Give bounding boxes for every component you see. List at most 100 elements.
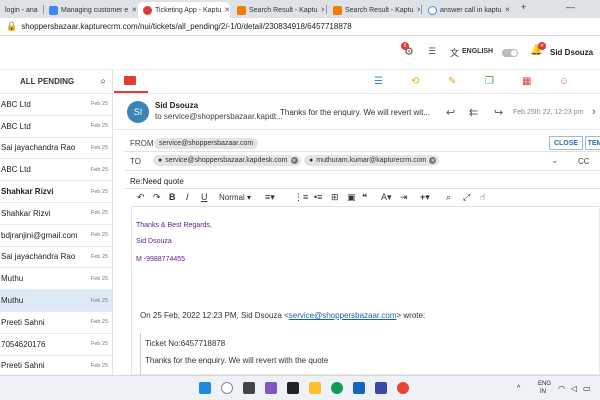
volume-icon[interactable]: ◁ [571, 384, 577, 393]
list-item[interactable]: Preeti Sahni Feb 25 [0, 312, 112, 334]
format-select[interactable]: Normal ▾ [219, 193, 251, 202]
cursor-icon[interactable]: ☝ [480, 192, 485, 203]
close-icon[interactable]: ✕ [131, 6, 136, 14]
sliders-icon[interactable]: ☰ [428, 46, 436, 57]
edge-icon[interactable] [331, 382, 343, 394]
insert-icon[interactable]: +▾ [420, 192, 430, 203]
minimize-icon[interactable]: — [566, 2, 575, 12]
list-item[interactable]: 7054620176 Feb 25 [0, 334, 112, 356]
search-icon[interactable] [221, 382, 233, 394]
language-label[interactable]: ENGLISH [462, 48, 493, 55]
chevron-up-icon[interactable]: ^ [517, 385, 520, 392]
chat-icon[interactable] [265, 382, 277, 394]
list-item[interactable]: ABC Ltd Feb 25 [0, 159, 112, 182]
list-icon[interactable]: ☰ [374, 76, 383, 87]
italic-icon[interactable]: I [186, 192, 189, 202]
remove-icon[interactable]: ✕ [290, 157, 298, 164]
translate-icon[interactable]: 文 [450, 46, 459, 59]
chevron-right-icon[interactable]: › [592, 106, 596, 118]
list-item-date: Feb 25 [90, 123, 108, 130]
image-icon[interactable]: ▣ [347, 192, 356, 203]
template-button[interactable]: TEM [585, 136, 600, 150]
list-item[interactable]: Shahkar Rizvi Feb 25 [0, 181, 112, 203]
browser-tab-5[interactable]: Search Result - Kaptu ✕ [328, 2, 420, 18]
list-item-name: bdjranjini@gmail.com [1, 230, 78, 240]
list-item-name: Preeti Sahni [1, 317, 45, 327]
list-item[interactable]: Sai jayachandra Rao Feb 25 [0, 138, 112, 160]
task-view-icon[interactable] [243, 382, 255, 394]
address-bar[interactable]: 🔒 shoppersbazaar.kapturecrm.com/nui/tick… [0, 18, 600, 36]
kapture-icon [143, 5, 152, 15]
app-icon[interactable] [375, 382, 387, 394]
widgets-icon[interactable] [287, 382, 299, 394]
tab-label: Ticketing App - Kaptu [155, 6, 222, 14]
close-icon[interactable]: ✕ [320, 6, 324, 14]
subject-field[interactable]: Re:Need quote [130, 177, 184, 186]
list-item[interactable]: Muthu Feb 25 [0, 290, 112, 312]
underline-icon[interactable]: U [201, 192, 208, 202]
search-icon[interactable]: ⌕ [446, 192, 451, 203]
list-item-date: Feb 25 [90, 341, 108, 348]
fullscreen-icon[interactable]: ⤢ [463, 192, 470, 203]
reply-all-icon[interactable]: ⇇ [469, 106, 478, 119]
redo-icon[interactable]: ↷ [153, 192, 161, 203]
browser-tab-1[interactable]: login - ana ✕ [0, 2, 40, 18]
bold-icon[interactable]: B [169, 192, 176, 202]
code-icon[interactable]: ⊞ [331, 192, 339, 203]
browser-tab-3[interactable]: Ticketing App - Kaptu ✕ [138, 2, 230, 18]
mail-toolbar: ☰ ⟲ ✎ ❐ ▦ ☺ [114, 70, 600, 94]
windows-start-icon[interactable] [199, 382, 211, 394]
copy-icon[interactable]: ❐ [485, 76, 494, 87]
to-chip[interactable]: ● service@shoppersbazaar.kapdesk.com ✕ [153, 155, 301, 166]
calendar-icon[interactable]: ▦ [522, 76, 531, 87]
list-item[interactable]: ABC Ltd Feb 25 [0, 94, 112, 116]
kapture-icon [333, 5, 342, 15]
battery-icon[interactable]: ▭ [583, 384, 591, 393]
file-explorer-icon[interactable] [309, 382, 321, 394]
forward-icon[interactable]: ↪ [494, 106, 503, 119]
list-item[interactable]: ABC Ltd Feb 25 [0, 116, 112, 138]
user-name[interactable]: Sid Dsouza [550, 48, 593, 57]
dark-mode-toggle[interactable] [502, 49, 518, 57]
search-icon[interactable]: ⌕ [100, 76, 106, 87]
tab-label: login - ana [5, 6, 38, 14]
chrome-icon[interactable] [397, 382, 409, 394]
cc-toggle[interactable]: CC [578, 157, 590, 166]
mail-icon[interactable] [124, 76, 136, 85]
reply-icon[interactable]: ↩ [446, 106, 455, 119]
browser-tab-6[interactable]: answer call in kaptu ✕ [423, 2, 515, 18]
remove-icon[interactable]: ✕ [429, 157, 437, 164]
browser-tab-2[interactable]: Managing customer e ✕ [44, 2, 136, 18]
close-button[interactable]: CLOSE [549, 136, 583, 150]
list-item[interactable]: Muthu Feb 25 [0, 268, 112, 291]
history-icon[interactable]: ⟲ [411, 76, 419, 87]
mail-header[interactable]: SI Sid Dsouza to service@shoppersbazaar.… [114, 94, 600, 130]
numbered-list-icon[interactable]: ⋮≡ [294, 192, 308, 203]
from-select[interactable]: service@shoppersbazaar.com [154, 138, 259, 149]
google-icon [428, 5, 437, 15]
people-icon[interactable]: ☺ [559, 76, 569, 87]
quote-email-link[interactable]: service@shoppersbazaar.com [289, 311, 397, 320]
close-icon[interactable]: ✕ [224, 6, 230, 14]
list-item-date: Feb 25 [90, 166, 108, 173]
language-indicator[interactable]: ENG [538, 381, 551, 387]
new-tab-button[interactable]: + [521, 2, 526, 12]
bullet-list-icon[interactable]: •≡ [314, 192, 322, 202]
close-icon[interactable]: ✕ [416, 6, 420, 14]
browser-tab-4[interactable]: Search Result - Kaptu ✕ [232, 2, 324, 18]
to-chip[interactable]: ● muthuram.kumar@kapturecrm.com ✕ [304, 155, 440, 166]
close-icon[interactable]: ✕ [504, 6, 510, 14]
align-icon[interactable]: ≡▾ [265, 192, 275, 203]
sender-name: Sid Dsouza [155, 101, 199, 110]
list-item[interactable]: Sai jayachandra Rao Feb 25 [0, 247, 112, 269]
list-item[interactable]: bdjranjini@gmail.com Feb 25 [0, 225, 112, 247]
list-item[interactable]: Shahkar Rizvi Feb 25 [0, 203, 112, 225]
store-icon[interactable] [353, 382, 365, 394]
text-color-icon[interactable]: A▾ [381, 192, 392, 203]
chevron-down-icon[interactable]: ⌄ [551, 155, 559, 166]
edit-icon[interactable]: ✎ [448, 76, 456, 87]
quote-icon[interactable]: ❝ [362, 192, 367, 203]
indent-icon[interactable]: ⇥ [400, 192, 408, 203]
undo-icon[interactable]: ↶ [137, 192, 145, 203]
wifi-icon[interactable]: ◠ [558, 384, 565, 393]
